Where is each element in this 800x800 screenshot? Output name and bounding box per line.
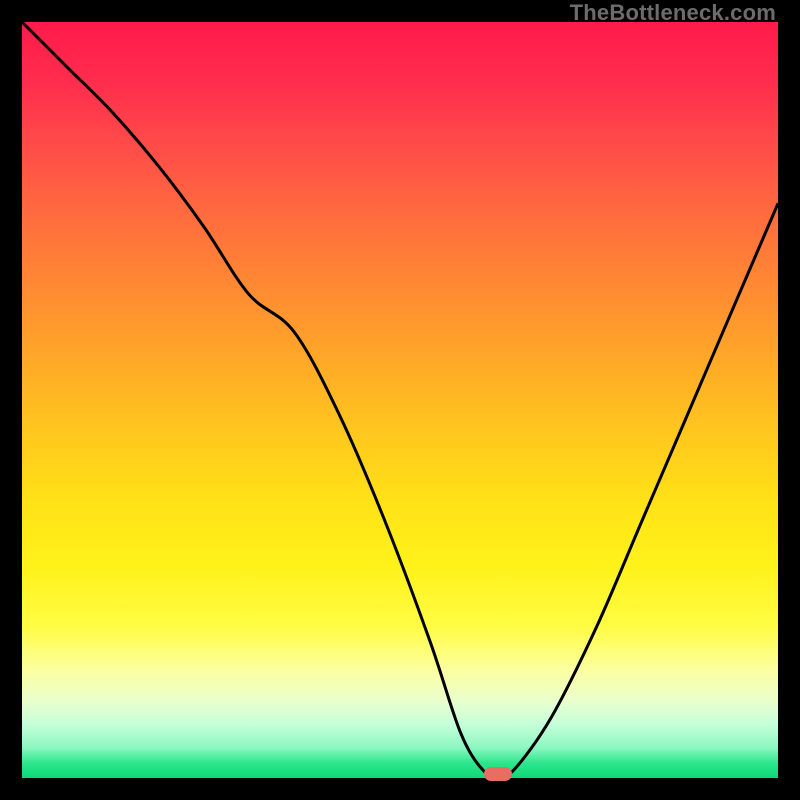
chart-frame: TheBottleneck.com — [0, 0, 800, 800]
marker-pill — [484, 767, 512, 781]
bottleneck-curve — [22, 22, 778, 778]
plot-area — [22, 22, 778, 778]
curve-path — [22, 22, 778, 776]
